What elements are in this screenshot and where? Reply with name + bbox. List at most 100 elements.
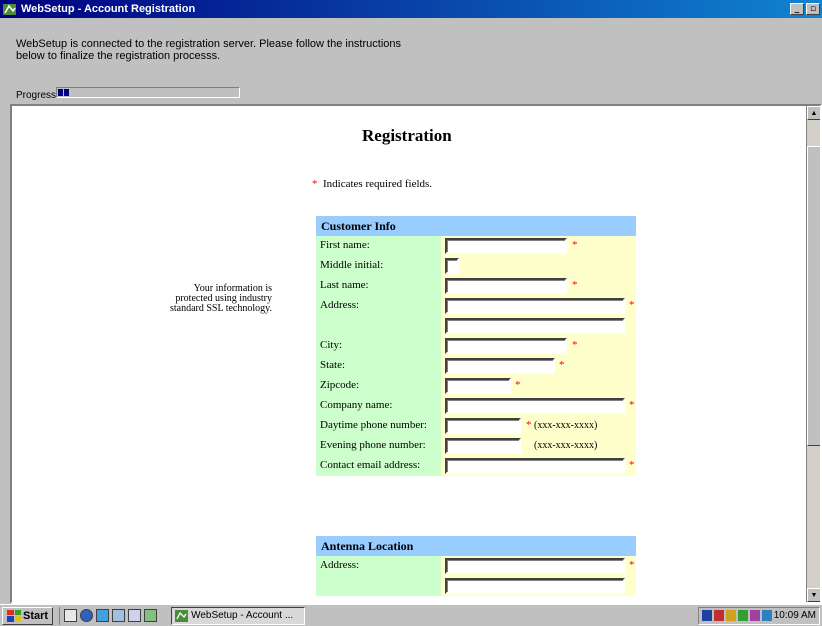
start-label: Start — [23, 609, 49, 622]
progress-fill — [58, 89, 69, 96]
antenna-address-line2-input[interactable] — [445, 578, 625, 594]
company-name-input[interactable] — [445, 398, 625, 414]
city-row: City: * — [316, 336, 636, 356]
customer-info-section: Customer Info First name: * Middle initi… — [316, 216, 636, 476]
windows-logo-icon — [7, 609, 21, 622]
first-name-label: First name: — [316, 236, 441, 256]
progress-block — [64, 89, 69, 96]
city-input[interactable] — [445, 338, 567, 354]
state-required-marker: * — [559, 359, 565, 371]
minimize-icon: _ — [794, 3, 800, 14]
tray-icon-1[interactable] — [701, 610, 712, 621]
city-required-marker: * — [572, 339, 578, 351]
quick-launch-icon-5[interactable] — [128, 609, 142, 622]
first-name-required-marker: * — [572, 239, 578, 251]
clock: 10:09 AM — [773, 610, 816, 621]
zipcode-required-marker: * — [515, 379, 521, 391]
state-select[interactable] — [445, 358, 555, 374]
last-name-required-marker: * — [572, 279, 578, 291]
zipcode-label: Zipcode: — [316, 376, 441, 396]
instructions-text: WebSetup is connected to the registratio… — [16, 38, 402, 62]
antenna-address-line2-row — [316, 576, 636, 596]
evening-phone-input[interactable] — [445, 438, 521, 454]
quick-launch-bar — [59, 606, 158, 625]
last-name-label: Last name: — [316, 276, 441, 296]
start-button[interactable]: Start — [2, 606, 54, 625]
company-name-row: Company name: * — [316, 396, 636, 416]
page-title: Registration — [362, 126, 452, 145]
tray-icon-4[interactable] — [737, 610, 748, 621]
last-name-input[interactable] — [445, 278, 567, 294]
scroll-down-button[interactable]: ▼ — [807, 588, 820, 602]
customer-info-header: Customer Info — [316, 216, 636, 236]
city-label: City: — [316, 336, 441, 356]
required-note-text: Indicates required fields. — [323, 178, 433, 190]
quick-launch-icon-4[interactable] — [112, 609, 126, 622]
scroll-up-button[interactable]: ▲ — [807, 106, 820, 120]
progress-label: Progress: — [16, 90, 59, 101]
contact-email-required-marker: * — [629, 459, 635, 471]
state-label: State: — [316, 356, 441, 376]
daytime-phone-required-marker: * — [526, 419, 532, 431]
internet-explorer-icon[interactable] — [80, 609, 94, 622]
evening-phone-row: Evening phone number: (xxx-xxx-xxxx) — [316, 436, 636, 456]
maximize-icon: ▫ — [809, 3, 817, 14]
antenna-address-line2-label — [316, 576, 441, 596]
daytime-phone-input[interactable] — [445, 418, 521, 434]
progress-block — [58, 89, 63, 96]
taskbar-websetup-button[interactable]: WebSetup - Account ... — [171, 606, 306, 625]
outlook-icon[interactable] — [96, 609, 110, 622]
middle-initial-input[interactable] — [445, 258, 459, 274]
contact-email-input[interactable] — [445, 458, 625, 474]
scroll-thumb[interactable] — [807, 146, 820, 446]
company-name-label: Company name: — [316, 396, 441, 416]
required-marker: * — [312, 178, 318, 190]
address-line2-row — [316, 316, 636, 336]
antenna-address-line1-input[interactable] — [445, 558, 625, 574]
contact-email-row: Contact email address: * — [316, 456, 636, 476]
first-name-input[interactable] — [445, 238, 567, 254]
company-name-required-marker: * — [629, 399, 635, 411]
address-required-marker: * — [629, 299, 635, 311]
address-line1-input[interactable] — [445, 298, 625, 314]
contact-email-label: Contact email address: — [316, 456, 441, 476]
required-fields-note: * Indicates required fields. — [312, 178, 432, 190]
antenna-address-label: Address: — [316, 556, 441, 576]
taskbar-websetup-label: WebSetup - Account ... — [191, 610, 294, 621]
browser-content-frame: Registration * Indicates required fields… — [10, 104, 822, 604]
progress-bar — [56, 87, 240, 98]
websetup-task-icon — [175, 609, 189, 622]
tray-icon-2[interactable] — [713, 610, 724, 621]
evening-phone-format-hint: (xxx-xxx-xxxx) — [534, 440, 598, 451]
address-line2-input[interactable] — [445, 318, 625, 334]
daytime-phone-format-hint: (xxx-xxx-xxxx) — [534, 420, 598, 431]
zipcode-row: Zipcode: * — [316, 376, 636, 396]
desktop-icon[interactable] — [64, 609, 78, 622]
websetup-app-icon — [3, 3, 16, 15]
maximize-button[interactable]: ▫ — [806, 3, 820, 15]
antenna-address-row: Address: * — [316, 556, 636, 576]
antenna-location-section: Antenna Location Address: * — [316, 536, 636, 596]
state-row: State: * — [316, 356, 636, 376]
ssl-security-note: Your information is protected using indu… — [169, 283, 272, 314]
address-line2-label — [316, 316, 441, 336]
tray-icon-5[interactable] — [749, 610, 760, 621]
evening-phone-label: Evening phone number: — [316, 436, 441, 456]
antenna-address-required-marker: * — [629, 559, 635, 571]
middle-initial-label: Middle initial: — [316, 256, 441, 276]
window-title: WebSetup - Account Registration — [21, 3, 196, 15]
minimize-button[interactable]: _ — [790, 3, 804, 15]
address-row: Address: * — [316, 296, 636, 316]
antenna-location-header: Antenna Location — [316, 536, 636, 556]
daytime-phone-row: Daytime phone number: * (xxx-xxx-xxxx) — [316, 416, 636, 436]
tray-icon-3[interactable] — [725, 610, 736, 621]
quick-launch-icon-6[interactable] — [144, 609, 158, 622]
address-label: Address: — [316, 296, 441, 316]
zipcode-input[interactable] — [445, 378, 511, 394]
first-name-row: First name: * — [316, 236, 636, 256]
system-tray: 10:09 AM — [697, 606, 820, 625]
tray-icon-6[interactable] — [761, 610, 772, 621]
taskbar: Start WebSetup - Account ... 10:09 AM — [0, 604, 822, 626]
middle-initial-row: Middle initial: — [316, 256, 636, 276]
vertical-scrollbar[interactable]: ▲ ▼ — [806, 106, 820, 602]
